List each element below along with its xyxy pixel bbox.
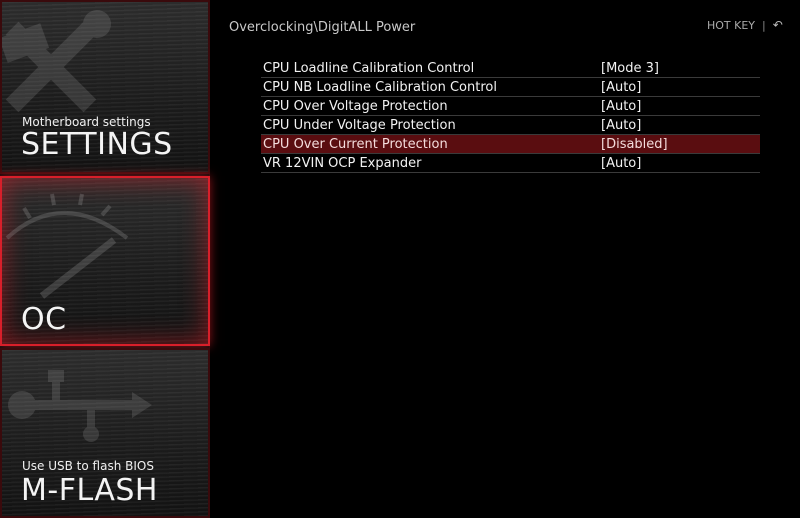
tools-icon <box>2 10 111 113</box>
sidebar-item-mflash[interactable]: Use USB to flash BIOS M-FLASH <box>0 348 210 518</box>
hotkey-separator: | <box>762 18 766 32</box>
setting-label: CPU Under Voltage Protection <box>263 117 456 133</box>
setting-label: VR 12VIN OCP Expander <box>263 155 422 171</box>
setting-row-12vin-ocp[interactable]: VR 12VIN OCP Expander [Auto] <box>261 154 760 173</box>
sidebar: Motherboard settings SETTINGS OC Use USB… <box>0 0 210 518</box>
setting-value[interactable]: [Mode 3] <box>601 61 659 76</box>
setting-row-nb-loadline[interactable]: CPU NB Loadline Calibration Control [Aut… <box>261 78 760 97</box>
sidebar-item-oc[interactable]: OC <box>0 176 210 346</box>
settings-list: CPU Loadline Calibration Control [Mode 3… <box>261 59 760 173</box>
setting-label: CPU NB Loadline Calibration Control <box>263 79 497 95</box>
setting-value[interactable]: [Disabled] <box>601 137 668 152</box>
gauge-icon <box>5 193 129 299</box>
hotkey-bar: HOT KEY | ↶ <box>707 18 783 32</box>
mflash-subtitle: Use USB to flash BIOS <box>22 459 154 473</box>
setting-value[interactable]: [Auto] <box>601 80 641 95</box>
setting-label: CPU Over Voltage Protection <box>263 98 448 114</box>
settings-title: SETTINGS <box>21 127 173 162</box>
setting-value[interactable]: [Auto] <box>601 118 641 133</box>
setting-row-under-voltage[interactable]: CPU Under Voltage Protection [Auto] <box>261 116 760 135</box>
sidebar-item-settings[interactable]: Motherboard settings SETTINGS <box>0 0 210 174</box>
breadcrumb: Overclocking\DigitALL Power <box>229 20 416 35</box>
setting-row-loadline[interactable]: CPU Loadline Calibration Control [Mode 3… <box>261 59 760 78</box>
mflash-title: M-FLASH <box>21 473 158 508</box>
setting-value[interactable]: [Auto] <box>601 99 641 114</box>
back-arrow-icon[interactable]: ↶ <box>773 18 783 32</box>
setting-value[interactable]: [Auto] <box>601 156 641 171</box>
oc-title: OC <box>21 302 67 337</box>
usb-icon <box>8 370 152 442</box>
setting-row-over-current[interactable]: CPU Over Current Protection [Disabled] <box>261 135 760 154</box>
setting-label: CPU Loadline Calibration Control <box>263 60 475 76</box>
setting-row-over-voltage[interactable]: CPU Over Voltage Protection [Auto] <box>261 97 760 116</box>
setting-label: CPU Over Current Protection <box>263 136 448 152</box>
hotkey-button[interactable]: HOT KEY <box>707 19 755 32</box>
